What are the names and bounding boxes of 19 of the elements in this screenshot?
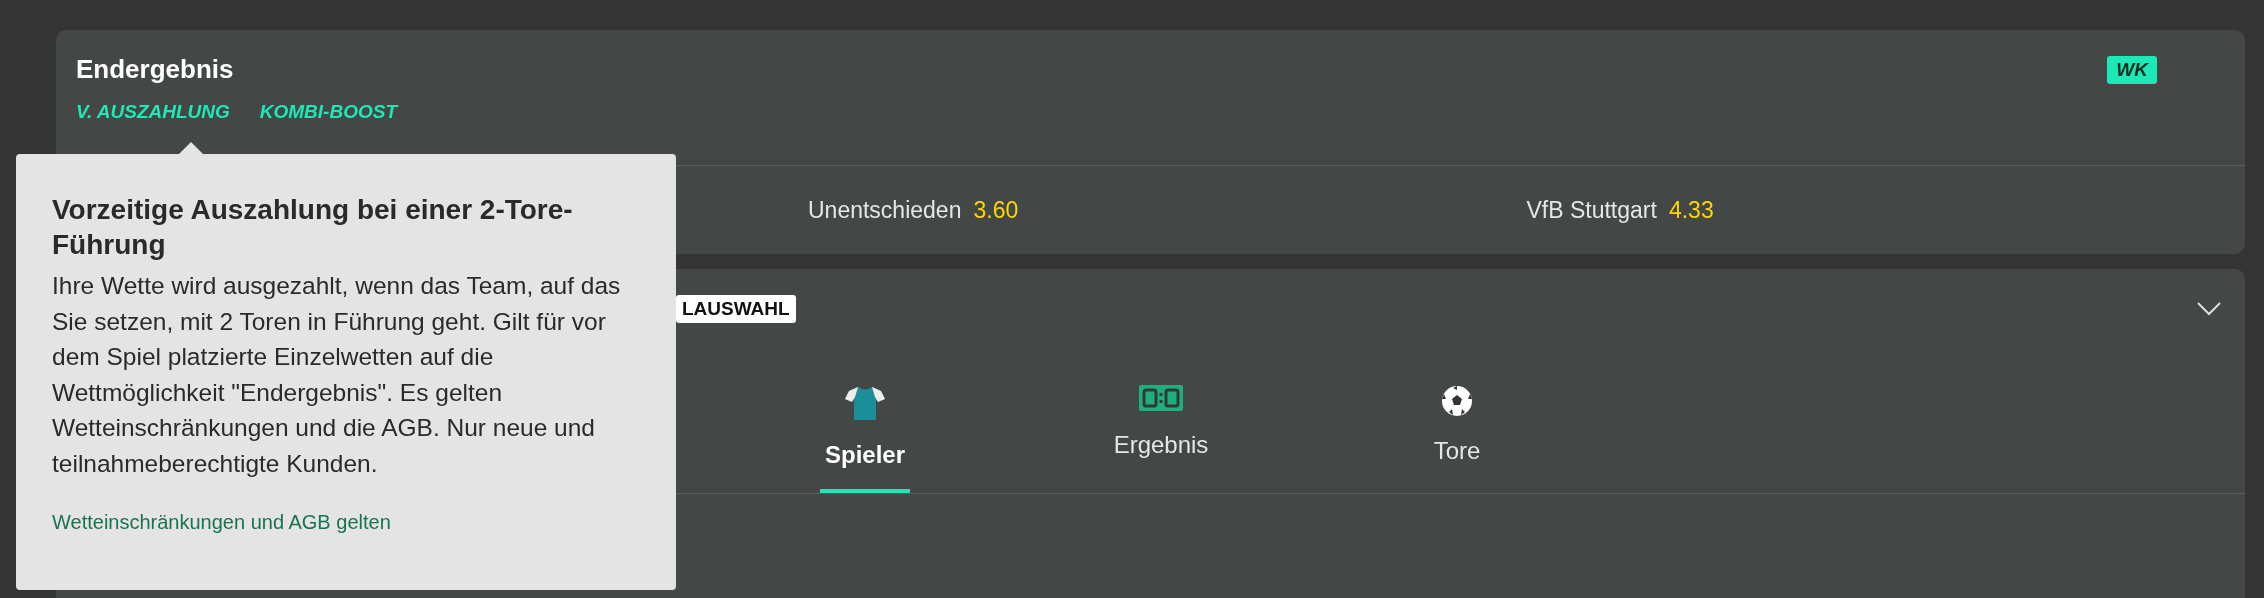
soccer-ball-icon xyxy=(1441,385,1473,417)
chevron-icon[interactable] xyxy=(2197,302,2221,316)
shirt-icon xyxy=(845,385,885,421)
category-tab[interactable]: Spieler xyxy=(717,385,1013,493)
category-tab[interactable]: Ergebnis xyxy=(1013,385,1309,493)
tooltip-title: Vorzeitige Auszahlung bei einer 2-Tore-Führung xyxy=(52,193,574,262)
category-tab[interactable]: Tore xyxy=(1309,385,1605,493)
tooltip-body: Ihre Wette wird ausgezahlt, wenn das Team, auf das Sie setzen, mit 2 Toren in Führung geht. Gilt für vor dem Spiel platzierte Einzelwetten auf die Wettmöglichkeit "Endergebnis". Es gelten Wetteinschränkungen und die AGB. Nur neue und teilnahmeberechtigte Kunden. xyxy=(52,271,622,479)
outcome-label: Unentschieden xyxy=(808,196,962,224)
wk-badge: WK xyxy=(2107,56,2157,84)
odds-price[interactable]: 3.60 xyxy=(973,196,1019,224)
terms-link[interactable]: Wetteinschränkungen und AGB gelten xyxy=(52,511,391,534)
promo-tag: V. AUSZAHLUNG xyxy=(76,101,230,123)
market-title: Endergebnis xyxy=(76,54,235,85)
odds-price[interactable]: 4.33 xyxy=(1668,196,1714,224)
promo-tag: KOMBI-BOOST xyxy=(259,101,397,123)
outcome-label: VfB Stuttgart xyxy=(1526,196,1657,224)
header-badge: LAUSWAHL xyxy=(676,295,796,323)
scoreboard-icon xyxy=(1139,385,1183,411)
